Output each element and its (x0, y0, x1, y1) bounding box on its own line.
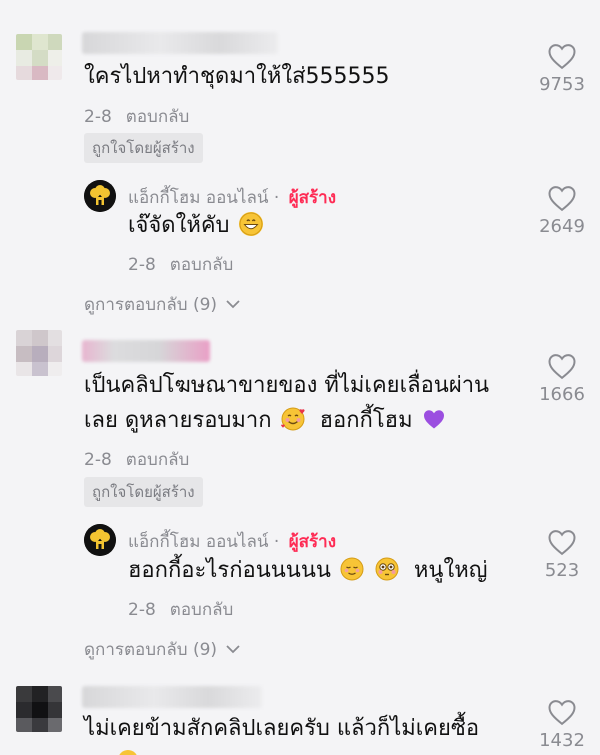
like-count: 1666 (539, 384, 585, 405)
reply-date: 2-8 (128, 600, 156, 620)
reply-button[interactable]: ตอบกลับ (170, 255, 234, 275)
reply-button[interactable]: ตอบกลับ (170, 600, 234, 620)
liked-by-creator-badge: ถูกใจโดยผู้สร้าง (84, 133, 203, 163)
reply-like-button[interactable]: 2649 (527, 184, 597, 237)
reply-button[interactable]: ตอบกลับ (126, 450, 190, 470)
like-count: 9753 (539, 74, 585, 95)
comment-meta: 2-8 ตอบกลับ (84, 446, 189, 473)
like-count: 2649 (539, 216, 585, 237)
reply-author[interactable]: แอ็กกี้โฮม ออนไลน์ · ผู้สร้าง (128, 184, 336, 211)
comment-date: 2-8 (84, 107, 112, 127)
like-button[interactable]: 9753 (527, 42, 597, 95)
reply-text: ฮอกกี้อะไรก่อนนนนน หนูใหญ่ (128, 557, 488, 583)
creator-label: ผู้สร้าง (288, 188, 337, 208)
reply-meta: 2-8 ตอบกลับ (128, 596, 233, 623)
comment-text: ใครไปหาทำชุดมาให้ใส่555555 (84, 64, 390, 89)
creator-avatar[interactable] (84, 524, 116, 556)
username-blurred[interactable] (82, 32, 278, 54)
purple-heart-icon (422, 407, 446, 431)
like-button[interactable]: 1432 (527, 698, 597, 751)
chevron-down-icon (226, 645, 241, 654)
like-count: 1432 (539, 730, 585, 751)
smiling-face-with-hearts-emoji-icon (280, 407, 305, 431)
view-replies-button[interactable]: ดูการตอบกลับ (9) (84, 291, 241, 318)
reply-author[interactable]: แอ็กกี้โฮม ออนไลน์ · ผู้สร้าง (128, 528, 336, 555)
creator-label: ผู้สร้าง (288, 532, 337, 552)
heart-icon (548, 186, 576, 212)
like-count: 523 (544, 560, 580, 581)
avatar[interactable] (16, 686, 62, 732)
reply-text: เจ๊จัดให้คับ (128, 211, 265, 241)
like-button[interactable]: 1666 (527, 352, 597, 405)
reply-author-name[interactable]: แอ็กกี้โฮม ออนไลน์ (128, 532, 269, 552)
comment-text-cutoff-emoji (84, 748, 144, 755)
relieved-face-emoji-icon (340, 557, 364, 581)
heart-icon (548, 530, 576, 556)
username-blurred[interactable] (82, 686, 262, 708)
comment-text-line2: เลย ดูหลายรอบมาก ฮอกกี้โฮม (84, 406, 448, 436)
comment-date: 2-8 (84, 450, 112, 470)
avatar[interactable] (16, 330, 62, 376)
view-replies-button[interactable]: ดูการตอบกลับ (9) (84, 636, 241, 663)
username-blurred[interactable] (82, 340, 210, 362)
creator-avatar[interactable] (84, 180, 116, 212)
reply-author-name[interactable]: แอ็กกี้โฮม ออนไลน์ (128, 188, 269, 208)
comment-meta: 2-8 ตอบกลับ (84, 103, 189, 130)
reply-date: 2-8 (128, 255, 156, 275)
heart-icon (548, 44, 576, 70)
heart-icon (548, 700, 576, 726)
grinning-emoji-icon (238, 212, 263, 236)
comment-text: เป็นคลิปโฆษณาขายของ ที่ไม่เคยเลื่อนผ่าน (84, 373, 490, 398)
flushed-face-emoji-icon (375, 557, 399, 581)
reply-meta: 2-8 ตอบกลับ (128, 251, 233, 278)
liked-by-creator-badge: ถูกใจโดยผู้สร้าง (84, 477, 203, 507)
comment-text: ไม่เคยข้ามสักคลิปเลยครับ แล้วก็ไม่เคยซื้… (84, 716, 480, 741)
heart-icon (548, 354, 576, 380)
reply-like-button[interactable]: 523 (527, 528, 597, 581)
reply-button[interactable]: ตอบกลับ (126, 107, 190, 127)
avatar[interactable] (16, 34, 62, 80)
chevron-down-icon (226, 300, 241, 309)
